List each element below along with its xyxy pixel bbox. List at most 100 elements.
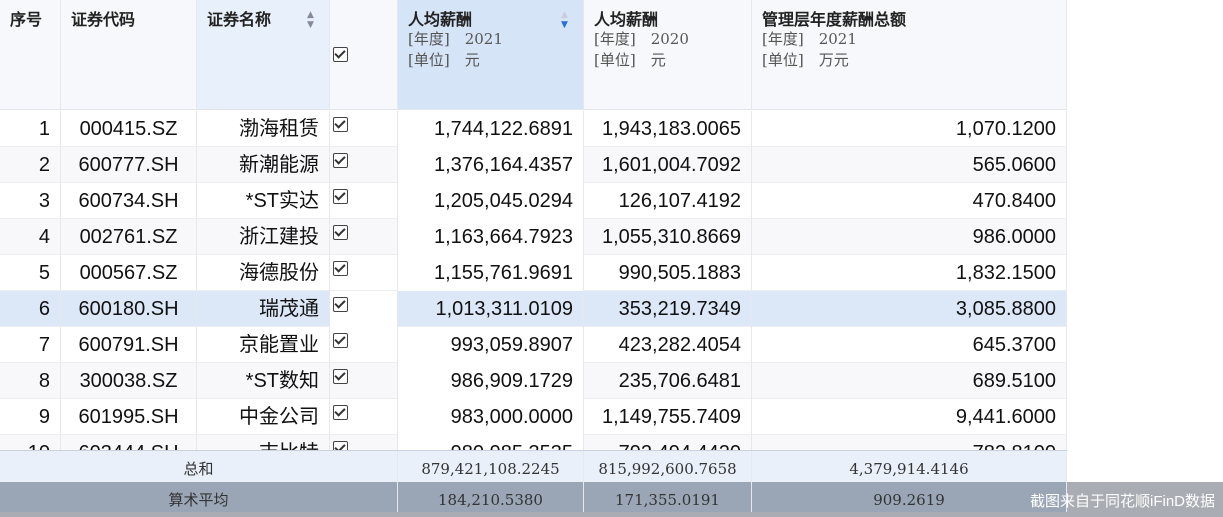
- table-row[interactable]: 5 000567.SZ 海德股份 1,155,761.9691 990,505.1883…: [0, 255, 1067, 291]
- row-name: 浙江建投: [197, 219, 330, 255]
- header-name[interactable]: 证券名称 ▲ ▼: [197, 0, 330, 110]
- row-salary-2021: 1,163,664.7923: [398, 219, 584, 255]
- row-name: *ST实达: [197, 183, 330, 219]
- header-select-all[interactable]: [330, 0, 398, 110]
- row-checkbox[interactable]: [333, 369, 348, 384]
- avg-value: 909.2619: [752, 482, 1067, 512]
- table-row[interactable]: 7 600791.SH 京能置业 993,059.8907 423,282.4054 64…: [0, 327, 1067, 363]
- row-salary-2021: 1,013,311.0109: [398, 291, 584, 327]
- row-seq: 1: [0, 111, 61, 147]
- row-checkbox[interactable]: [333, 297, 348, 312]
- row-seq: 5: [0, 255, 61, 291]
- row-name: 瑞茂通: [197, 291, 330, 327]
- sort-desc-icon[interactable]: ▲ ▼: [561, 10, 568, 30]
- row-salary-2021: 983,000.0000: [398, 399, 584, 435]
- row-code: 600791.SH: [61, 327, 197, 363]
- sort-icon[interactable]: ▲ ▼: [307, 10, 314, 30]
- table-row[interactable]: 6 600180.SH 瑞茂通 1,013,311.0109 353,219.7349 3…: [0, 291, 1067, 327]
- row-checkbox[interactable]: [333, 117, 348, 132]
- header-col3[interactable]: 管理层年度薪酬总额 [年度] 2021 [单位] 万元: [752, 0, 1067, 110]
- table-row[interactable]: 8 300038.SZ *ST数知 986,909.1729 235,706.6481 6…: [0, 363, 1067, 399]
- row-name: 渤海租赁: [197, 111, 330, 147]
- header-year: [年度] 2021: [762, 30, 857, 48]
- row-mgmt-pay: 470.8400: [752, 183, 1067, 219]
- row-name: 中金公司: [197, 399, 330, 435]
- row-code: 000415.SZ: [61, 111, 197, 147]
- row-salary-2020: 990,505.1883: [584, 255, 752, 291]
- row-code: 603444.SH: [61, 435, 197, 450]
- row-salary-2020: 423,282.4054: [584, 327, 752, 363]
- header-unit: [单位] 元: [594, 51, 666, 69]
- row-code: 000567.SZ: [61, 255, 197, 291]
- row-code: 600180.SH: [61, 291, 197, 327]
- row-name: 新潮能源: [197, 147, 330, 183]
- row-mgmt-pay: 645.3700: [752, 327, 1067, 363]
- table-row[interactable]: 1 000415.SZ 渤海租赁 1,744,122.6891 1,943,183.00…: [0, 111, 1067, 147]
- row-checkbox-cell: [330, 183, 398, 219]
- row-seq: 9: [0, 399, 61, 435]
- sum-label: 总和: [0, 451, 398, 483]
- table-row[interactable]: 10603444.SH吉比特 980,985.3535792,494.442078…: [0, 435, 1067, 450]
- row-code: 600734.SH: [61, 183, 197, 219]
- row-checkbox[interactable]: [333, 153, 348, 168]
- row-seq: 2: [0, 147, 61, 183]
- table-row[interactable]: 2 600777.SH 新潮能源 1,376,164.4357 1,601,004.70…: [0, 147, 1067, 183]
- row-salary-2021: 1,376,164.4357: [398, 147, 584, 183]
- sum-value: 879,421,108.2245: [398, 451, 584, 483]
- row-code: 601995.SH: [61, 399, 197, 435]
- table-row[interactable]: 3 600734.SH *ST实达 1,205,045.0294 126,107.419…: [0, 183, 1067, 219]
- row-checkbox[interactable]: [333, 261, 348, 276]
- header-col2[interactable]: 人均薪酬 [年度] 2020 [单位] 元: [584, 0, 752, 110]
- row-name: *ST数知: [197, 363, 330, 399]
- row-checkbox[interactable]: [333, 405, 348, 420]
- avg-label: 算术平均: [0, 482, 398, 512]
- select-all-checkbox[interactable]: [333, 47, 348, 62]
- header-code[interactable]: 证券代码: [61, 0, 197, 110]
- row-name: 吉比特: [197, 435, 330, 450]
- header-col1[interactable]: 人均薪酬 [年度] 2021 [单位] 元 ▲ ▼: [398, 0, 584, 110]
- header-label: 证券名称: [207, 10, 272, 29]
- table-row[interactable]: 4 002761.SZ 浙江建投 1,163,664.7923 1,055,310.86…: [0, 219, 1067, 255]
- row-mgmt-pay: 782.8100: [752, 435, 1067, 450]
- row-code: 600777.SH: [61, 147, 197, 183]
- watermark-text: 截图来自于同花顺iFinD数据: [1029, 493, 1215, 510]
- row-checkbox-cell: [330, 219, 398, 255]
- table-body[interactable]: 1 000415.SZ 渤海租赁 1,744,122.6891 1,943,183.00…: [0, 111, 1223, 450]
- row-checkbox-cell: [330, 147, 398, 183]
- table-row[interactable]: 9 601995.SH 中金公司 983,000.0000 1,149,755.7409…: [0, 399, 1067, 435]
- avg-value: 184,210.5380: [398, 482, 584, 512]
- sum-value: 815,992,600.7658: [584, 451, 752, 483]
- row-salary-2020: 1,055,310.8669: [584, 219, 752, 255]
- header-year: [年度] 2020: [594, 30, 689, 48]
- row-salary-2020: 1,943,183.0065: [584, 111, 752, 147]
- header-seq[interactable]: 序号: [0, 0, 61, 110]
- header-year: [年度] 2021: [408, 30, 503, 48]
- row-mgmt-pay: 1,070.1200: [752, 111, 1067, 147]
- avg-row: 算术平均 184,210.5380 171,355.0191 909.2619: [0, 482, 1067, 512]
- row-seq: 3: [0, 183, 61, 219]
- row-checkbox-cell: [330, 327, 398, 363]
- row-salary-2021: 993,059.8907: [398, 327, 584, 363]
- row-checkbox[interactable]: [333, 225, 348, 240]
- sum-value: 4,379,914.4146: [752, 451, 1067, 483]
- row-checkbox[interactable]: [333, 333, 348, 348]
- row-checkbox[interactable]: [333, 441, 348, 450]
- row-checkbox-cell: [330, 111, 398, 147]
- row-salary-2020: 792,494.4420: [584, 435, 752, 450]
- row-code: 300038.SZ: [61, 363, 197, 399]
- row-mgmt-pay: 565.0600: [752, 147, 1067, 183]
- row-checkbox-cell: [330, 435, 398, 450]
- row-salary-2021: 986,909.1729: [398, 363, 584, 399]
- row-seq: 10: [0, 435, 61, 450]
- row-salary-2020: 1,601,004.7092: [584, 147, 752, 183]
- row-checkbox-cell: [330, 399, 398, 435]
- row-checkbox[interactable]: [333, 189, 348, 204]
- header-unit: [单位] 万元: [762, 51, 849, 69]
- row-salary-2021: 1,744,122.6891: [398, 111, 584, 147]
- row-salary-2021: 1,205,045.0294: [398, 183, 584, 219]
- sum-row: 总和 879,421,108.2245 815,992,600.7658 4,3…: [0, 450, 1067, 483]
- row-checkbox-cell: [330, 291, 398, 327]
- row-salary-2020: 353,219.7349: [584, 291, 752, 327]
- row-name: 京能置业: [197, 327, 330, 363]
- row-seq: 6: [0, 291, 61, 327]
